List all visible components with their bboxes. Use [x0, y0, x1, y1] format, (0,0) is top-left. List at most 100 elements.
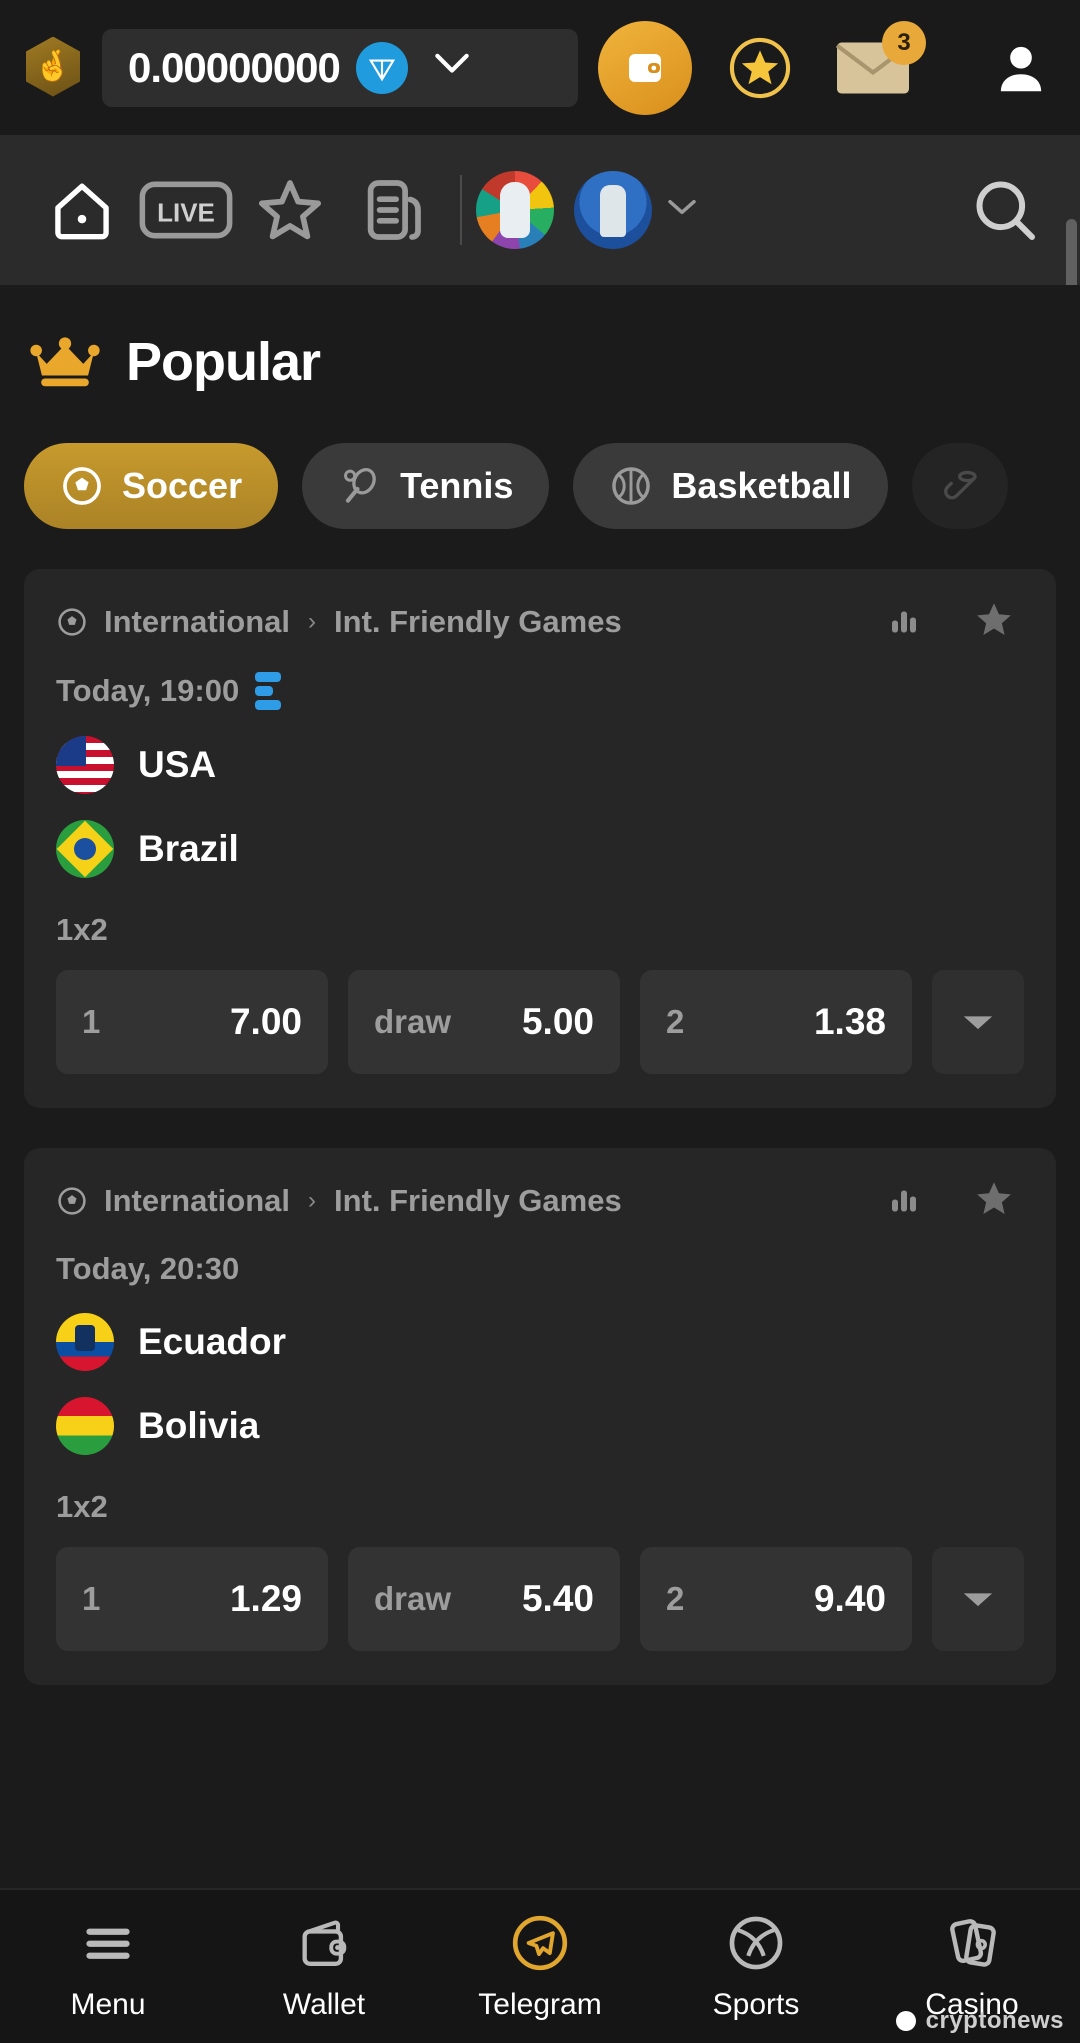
home-team-row: Ecuador: [56, 1313, 1024, 1371]
odds-value: 7.00: [229, 1001, 302, 1042]
bottom-nav-casino[interactable]: Casino: [864, 1912, 1080, 2022]
live-icon: LIVE: [139, 181, 233, 239]
odds-key: 2: [666, 1580, 685, 1617]
wallet-outline-icon: [294, 1912, 354, 1974]
search-button[interactable]: [960, 174, 1050, 246]
sport-chip-hockey[interactable]: [911, 443, 1008, 529]
balance-selector[interactable]: 0.00000000: [102, 28, 578, 107]
bottom-nav-label: Wallet: [282, 1987, 366, 2021]
main-content: Popular Soccer Tennis Basketball Interna…: [0, 285, 1080, 1755]
wallet-button[interactable]: [598, 20, 692, 115]
sport-chip-tennis[interactable]: Tennis: [302, 443, 550, 529]
odds-row: 1 1.29 draw 5.40 2 9.40: [56, 1547, 1024, 1651]
bottom-nav-wallet[interactable]: Wallet: [216, 1912, 432, 2022]
bar-chart-icon[interactable]: [886, 1180, 922, 1221]
nav-item-live[interactable]: LIVE: [134, 181, 238, 239]
search-icon: [976, 181, 1035, 240]
more-markets-button[interactable]: [932, 1547, 1024, 1651]
odds-key: 1: [82, 1580, 101, 1617]
ecuador-flag-icon: [56, 1313, 114, 1371]
sport-chip-label: Basketball: [671, 465, 852, 506]
league-country: International: [104, 1182, 291, 1218]
hamburger-menu-icon: [79, 1912, 137, 1974]
nav-divider: [460, 175, 462, 245]
odds-button-1[interactable]: 1 7.00: [56, 970, 328, 1074]
market-label: 1x2: [56, 1489, 108, 1524]
odds-value: 5.40: [521, 1578, 594, 1619]
sport-chip-soccer[interactable]: Soccer: [24, 443, 279, 529]
balance-amount: 0.00000000: [128, 43, 341, 91]
home-team-name: Ecuador: [138, 1321, 287, 1362]
bottom-nav-label: Menu: [70, 1987, 146, 2021]
match-card[interactable]: International › Int. Friendly Games Toda…: [24, 569, 1056, 1108]
odds-value: 1.38: [813, 1001, 886, 1042]
odds-button-2[interactable]: 2 1.38: [640, 970, 912, 1074]
league-country: International: [104, 603, 291, 639]
more-markets-button[interactable]: [932, 970, 1024, 1074]
bonus-button[interactable]: [726, 34, 794, 102]
breadcrumb-separator: ›: [308, 1186, 317, 1214]
star-filled-icon[interactable]: [972, 597, 1016, 646]
home-icon: [55, 183, 109, 240]
crown-icon: [30, 337, 100, 387]
chevron-down-icon: [963, 1016, 993, 1030]
nav-item-euro-2024[interactable]: [476, 171, 554, 249]
bottom-nav-label: Telegram: [478, 1987, 602, 2021]
odds-button-draw[interactable]: draw 5.40: [348, 1547, 620, 1651]
bet-slip-icon: [367, 180, 421, 240]
cryptonews-logo-icon: [895, 2011, 916, 2031]
basketball-icon: [612, 467, 651, 505]
sport-chip-label: Tennis: [400, 465, 514, 506]
match-time-row: Today, 19:00: [56, 672, 1024, 710]
league-breadcrumb[interactable]: International › Int. Friendly Games: [56, 604, 886, 640]
message-count-badge: 3: [882, 20, 926, 65]
odds-key: 1: [82, 1003, 101, 1040]
match-time-row: Today, 20:30: [56, 1251, 1024, 1287]
star-filled-icon[interactable]: [972, 1176, 1016, 1225]
bottom-nav-menu[interactable]: Menu: [0, 1912, 216, 2022]
bottom-nav-telegram[interactable]: Telegram: [432, 1912, 648, 2022]
odds-button-draw[interactable]: draw 5.00: [348, 970, 620, 1074]
live-stream-icon[interactable]: [255, 672, 282, 710]
brand-logo[interactable]: 🤞: [26, 36, 82, 99]
messages-button[interactable]: 3: [834, 20, 926, 99]
odds-row: 1 7.00 draw 5.00 2 1.38: [56, 970, 1024, 1074]
brazil-flag-icon: [56, 820, 114, 878]
nav-item-favorites[interactable]: [238, 174, 342, 246]
profile-button[interactable]: [988, 35, 1054, 101]
nav-item-betslip[interactable]: [342, 174, 446, 246]
league-name: Int. Friendly Games: [334, 603, 622, 639]
sports-ball-icon: [725, 1912, 787, 1974]
telegram-icon: [509, 1912, 571, 1974]
match-card-actions: [886, 1176, 1024, 1225]
odds-key: draw: [374, 1580, 452, 1617]
bar-chart-icon[interactable]: [886, 601, 922, 642]
chevron-down-icon[interactable]: [432, 51, 472, 85]
bolivia-flag-icon: [56, 1397, 114, 1455]
odds-button-1[interactable]: 1 1.29: [56, 1547, 328, 1651]
sport-chip-basketball[interactable]: Basketball: [573, 443, 888, 529]
chevron-down-icon[interactable]: [666, 197, 698, 223]
nav-item-copa-america[interactable]: [574, 171, 652, 249]
ton-coin-icon: [355, 41, 408, 94]
category-nav-bar: LIVE: [0, 135, 1080, 379]
odds-value: 1.29: [229, 1578, 302, 1619]
bottom-nav-sports[interactable]: Sports: [648, 1912, 864, 2022]
away-team-name: Bolivia: [138, 1405, 260, 1446]
odds-button-2[interactable]: 2 9.40: [640, 1547, 912, 1651]
match-card-actions: [886, 597, 1024, 646]
odds-key: 2: [666, 1003, 685, 1040]
bottom-nav-label: Sports: [712, 1987, 800, 2021]
svg-text:LIVE: LIVE: [157, 197, 215, 227]
chevron-down-icon: [963, 1593, 993, 1607]
star-outline-icon: [258, 180, 322, 240]
match-card[interactable]: International › Int. Friendly Games Toda…: [24, 1148, 1056, 1685]
page-header: Popular: [0, 285, 1080, 393]
soccer-ball-icon: [58, 607, 86, 636]
breadcrumb-separator: ›: [308, 607, 317, 635]
bottom-navigation: Menu Wallet Telegram Sports Casino crypt…: [0, 1888, 1080, 2043]
away-team-row: Brazil: [56, 820, 1024, 878]
soccer-ball-icon: [63, 467, 101, 505]
league-breadcrumb[interactable]: International › Int. Friendly Games: [56, 1183, 886, 1219]
nav-item-home[interactable]: [30, 176, 134, 244]
